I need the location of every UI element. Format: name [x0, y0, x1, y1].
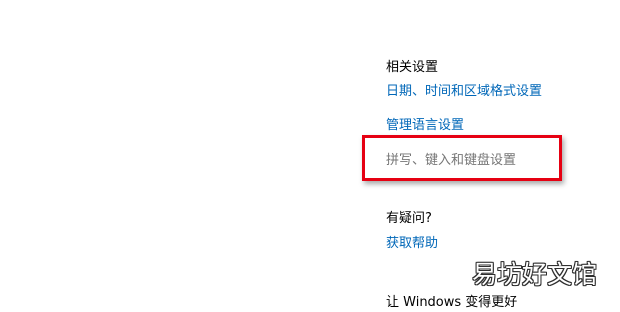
get-help-link[interactable]: 获取帮助 [386, 235, 438, 253]
help-title: 有疑问? [386, 211, 432, 226]
manage-language-link[interactable]: 管理语言设置 [386, 117, 464, 135]
watermark-text: 易坊好文馆 [472, 260, 598, 289]
improve-windows-section: 让 Windows 变得更好 [386, 294, 517, 312]
related-settings-section: 相关设置 日期、时间和区域格式设置 管理语言设置 拼写、键入和键盘设置 [386, 59, 542, 168]
improve-windows-title: 让 Windows 变得更好 [386, 295, 518, 310]
settings-page: { "related_settings": { "title": "相关设置",… [0, 0, 620, 312]
related-settings-title: 相关设置 [386, 60, 439, 75]
help-section: 有疑问? 获取帮助 [386, 210, 438, 251]
date-time-region-link[interactable]: 日期、时间和区域格式设置 [386, 83, 542, 101]
red-highlight-box [362, 135, 562, 181]
